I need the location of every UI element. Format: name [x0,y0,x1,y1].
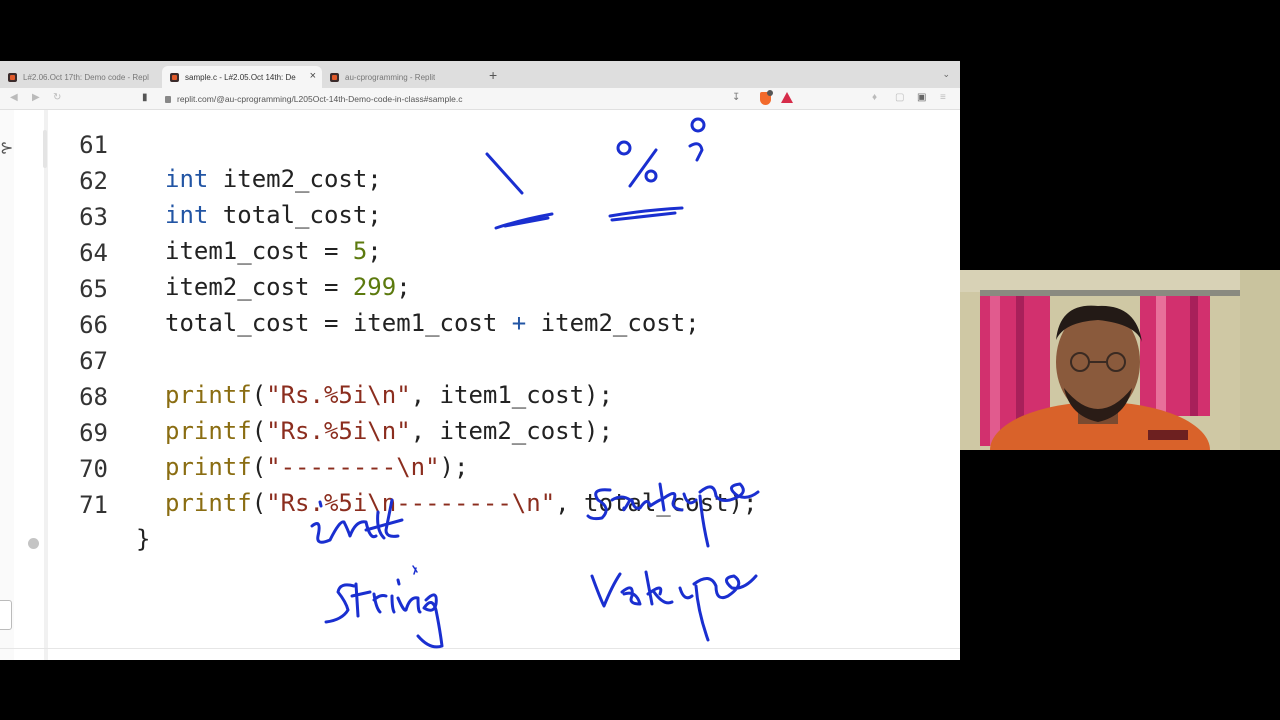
side-panel-box[interactable] [0,600,12,630]
replit-favicon-icon [330,72,339,82]
code-line-66: 66 [0,274,960,339]
tab-label: L#2.06.Oct 17th: Demo code - Repl [23,72,149,82]
tab-close-icon[interactable]: × [310,70,316,82]
tab-label: au-cprogramming - Replit [345,72,436,82]
code-line-71: 71 } [0,454,960,553]
tab-strip: L#2.06.Oct 17th: Demo code - Repl sample… [0,61,960,88]
code-line-69: 69 printf("--------\n"); [0,382,960,481]
code-text: printf("Rs.%5i\n--------\n", total_cost)… [165,489,758,517]
code-text: } [136,525,151,553]
tab-list-chevron-icon[interactable]: ⌄ [942,69,950,80]
tab-demo-code-oct17[interactable]: L#2.06.Oct 17th: Demo code - Repl [0,66,160,88]
tab-au-cprogramming[interactable]: au-cprogramming - Replit [322,66,482,88]
line-number: 71 [79,491,108,519]
webcam-video [960,270,1280,450]
code-line-68: 68 printf("Rs.%5i\n", item2_cost); [0,346,960,445]
tab-label: sample.c - L#2.05.Oct 14th: De [185,72,296,82]
replit-favicon-icon [170,72,179,82]
editor-bottom-border [0,648,960,649]
replit-favicon-icon [8,72,17,82]
code-line-67: 67 printf("Rs.%5i\n", item1_cost); [0,310,960,409]
presenter-video-frame [960,270,1280,450]
code-line-62: 62 int total_cost; [0,130,960,229]
code-editor[interactable]: ⊱ 61 int item2_cost; 62 int total_cost; … [0,110,960,660]
new-tab-button[interactable]: + [489,67,497,83]
code-line-61: 61 int item2_cost; [0,94,960,193]
code-line-70: 70 printf("Rs.%5i\n--------\n", total_co… [0,418,960,517]
code-line-65: 65 total_cost = item1_cost + item2_cost; [0,238,960,337]
code-line-63: 63 item1_cost = 5; [0,166,960,265]
tab-sample-c[interactable]: sample.c - L#2.05.Oct 14th: De × [162,66,322,88]
browser-window: L#2.06.Oct 17th: Demo code - Repl sample… [0,61,960,660]
code-line-64: 64 item2_cost = 299; [0,202,960,301]
